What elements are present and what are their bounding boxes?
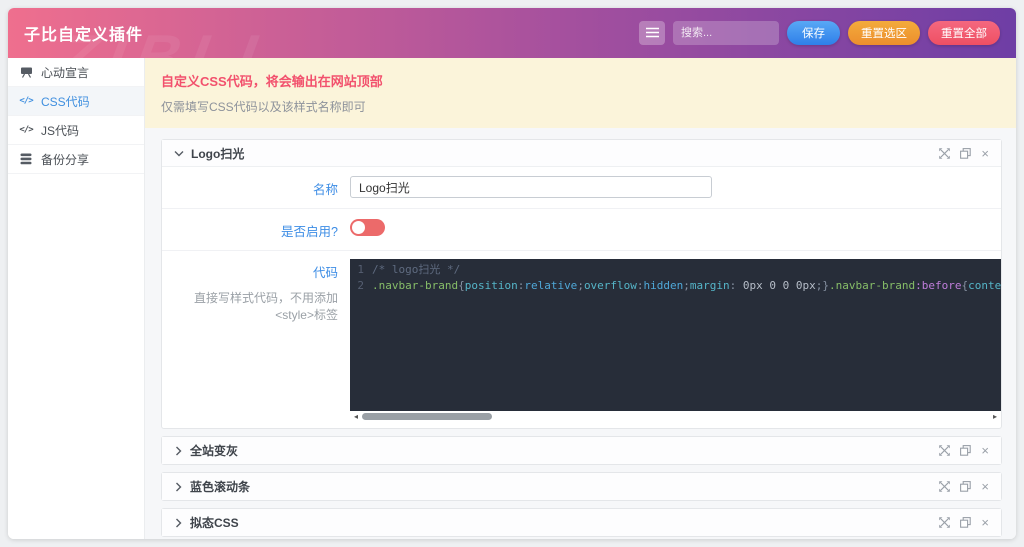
- name-input[interactable]: [350, 176, 712, 198]
- save-button[interactable]: 保存: [787, 21, 840, 45]
- panel-blue-scrollbar: 蓝色滚动条 ×: [161, 472, 1002, 501]
- sidebar: 心动宣言 </> CSS代码 </> JS代码备份分享: [8, 58, 145, 539]
- reset-section-button[interactable]: 重置选区: [848, 21, 920, 45]
- move-icon[interactable]: [939, 148, 950, 159]
- move-icon[interactable]: [939, 445, 950, 456]
- code-label: 代码: [313, 266, 338, 280]
- code-icon: </>: [19, 125, 33, 135]
- panel-header-site-gray[interactable]: 全站变灰 ×: [162, 437, 1001, 464]
- chevron-right-icon: [174, 482, 183, 492]
- page-background: ZIBLL 子比自定义插件 保存 重置选区 重置全部 心动宣言</>CSS代码<…: [0, 0, 1024, 547]
- editor-horizontal-scrollbar[interactable]: ◂ ▸: [350, 411, 1001, 422]
- reset-all-button[interactable]: 重置全部: [928, 21, 1000, 45]
- move-icon[interactable]: [939, 517, 950, 528]
- panel-title: 拟态CSS: [190, 514, 239, 531]
- enable-label: 是否启用?: [281, 225, 338, 239]
- sidebar-item-label: CSS代码: [41, 93, 90, 110]
- list-icon: [646, 26, 659, 41]
- header: ZIBLL 子比自定义插件 保存 重置选区 重置全部: [8, 8, 1016, 58]
- header-toolbar: 保存 重置选区 重置全部: [639, 21, 1000, 45]
- panel-actions: ×: [939, 147, 989, 160]
- panel-actions: ×: [939, 516, 989, 529]
- list-icon-button[interactable]: [639, 21, 665, 45]
- sidebar-item-label: 心动宣言: [41, 64, 89, 81]
- styles-list: Logo扫光 × 名称 是否启用?: [145, 128, 1016, 539]
- panel-title: 全站变灰: [190, 442, 238, 459]
- css-code-editor[interactable]: 1/* logo扫光 */2.navbar-brand{position:rel…: [350, 259, 1001, 422]
- panel-body: 名称 是否启用? 代码: [162, 167, 1001, 428]
- toggle-knob: [352, 221, 365, 234]
- close-icon[interactable]: ×: [981, 444, 989, 457]
- scrollbar-thumb[interactable]: [362, 413, 492, 420]
- sidebar-item-heart-message[interactable]: 心动宣言: [8, 58, 144, 87]
- name-label: 名称: [313, 183, 338, 197]
- notice-title: 自定义CSS代码，将会输出在网站顶部: [161, 71, 1000, 90]
- copy-icon[interactable]: [960, 517, 971, 528]
- panel-header-neumorphism-css[interactable]: 拟态CSS ×: [162, 509, 1001, 536]
- database-icon: [19, 153, 33, 165]
- billboard-icon: [19, 66, 33, 78]
- chevron-right-icon: [174, 446, 183, 456]
- enable-row: 是否启用?: [162, 209, 1001, 251]
- plugin-window: ZIBLL 子比自定义插件 保存 重置选区 重置全部 心动宣言</>CSS代码<…: [8, 8, 1016, 539]
- panel-site-gray: 全站变灰 ×: [161, 436, 1002, 465]
- panel-actions: ×: [939, 444, 989, 457]
- code-lines: 1/* logo扫光 */2.navbar-brand{position:rel…: [350, 262, 1001, 294]
- copy-icon[interactable]: [960, 481, 971, 492]
- sidebar-item-label: JS代码: [41, 122, 79, 139]
- enable-toggle[interactable]: [350, 219, 385, 236]
- panel-title: 蓝色滚动条: [190, 478, 250, 495]
- code-icon: </>: [19, 96, 33, 106]
- sidebar-item-label: 备份分享: [41, 151, 89, 168]
- move-icon[interactable]: [939, 481, 950, 492]
- panel-header-logo-shine[interactable]: Logo扫光 ×: [162, 140, 1001, 167]
- notice-banner: 自定义CSS代码，将会输出在网站顶部 仅需填写CSS代码以及该样式名称即可: [145, 58, 1016, 128]
- search-input[interactable]: [673, 21, 779, 45]
- sidebar-item-css-code[interactable]: </> CSS代码: [8, 87, 144, 116]
- panel-title: Logo扫光: [191, 145, 244, 162]
- copy-icon[interactable]: [960, 445, 971, 456]
- collapsed-panels: 全站变灰 × 蓝色滚动条 × 拟态CSS ×: [161, 436, 1002, 537]
- close-icon[interactable]: ×: [981, 147, 989, 160]
- code-hint: 直接写样式代码，不用添加<style>标签: [162, 289, 338, 323]
- main-content: 自定义CSS代码，将会输出在网站顶部 仅需填写CSS代码以及该样式名称即可 Lo…: [145, 58, 1016, 539]
- panel-neumorphism-css: 拟态CSS ×: [161, 508, 1002, 537]
- sidebar-item-backup-share[interactable]: 备份分享: [8, 145, 144, 174]
- scroll-left-arrow-icon[interactable]: ◂: [350, 411, 362, 422]
- panel-logo-shine: Logo扫光 × 名称 是否启用?: [161, 139, 1002, 429]
- chevron-down-icon: [174, 149, 184, 158]
- panel-header-blue-scrollbar[interactable]: 蓝色滚动条 ×: [162, 473, 1001, 500]
- close-icon[interactable]: ×: [981, 480, 989, 493]
- code-row: 代码 直接写样式代码，不用添加<style>标签 1/* logo扫光 */2.…: [162, 251, 1001, 428]
- chevron-right-icon: [174, 518, 183, 528]
- page-title: 子比自定义插件: [24, 21, 143, 45]
- scroll-right-arrow-icon[interactable]: ▸: [989, 411, 1001, 422]
- sidebar-item-js-code[interactable]: </> JS代码: [8, 116, 144, 145]
- notice-subtitle: 仅需填写CSS代码以及该样式名称即可: [161, 98, 1000, 115]
- name-row: 名称: [162, 167, 1001, 209]
- close-icon[interactable]: ×: [981, 516, 989, 529]
- panel-actions: ×: [939, 480, 989, 493]
- copy-icon[interactable]: [960, 148, 971, 159]
